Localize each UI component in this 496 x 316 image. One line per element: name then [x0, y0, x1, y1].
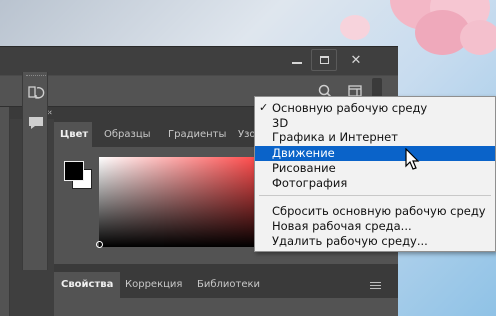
maximize-icon: [319, 56, 329, 64]
menu-separator: [259, 195, 491, 196]
menu-item-motion[interactable]: Движение: [255, 146, 495, 161]
left-gutter: [0, 107, 10, 316]
properties-body: [54, 298, 398, 316]
menu-item-photography[interactable]: Фотография: [255, 176, 495, 191]
panel-menu-icon[interactable]: [370, 282, 381, 289]
menu-item-label: Фотография: [272, 176, 348, 190]
close-icon: ✕: [350, 52, 362, 68]
minimize-button[interactable]: [284, 49, 310, 71]
workspace-menu: ✓ Основную рабочую среду 3D Графика и Ин…: [254, 96, 496, 252]
menu-item-label: Движение: [272, 146, 335, 160]
menu-item-label: Удалить рабочую среду...: [272, 234, 428, 248]
tab-color[interactable]: Цвет: [54, 122, 92, 148]
menu-item-3d[interactable]: 3D: [255, 116, 495, 131]
minimize-icon: [292, 61, 302, 64]
menu-item-graphics-web[interactable]: Графика и Интернет: [255, 130, 495, 145]
menu-item-label: Новая рабочая среда...: [272, 219, 412, 233]
menu-item-label: 3D: [272, 115, 289, 130]
history-icon[interactable]: [27, 84, 45, 102]
menu-item-new-workspace[interactable]: Новая рабочая среда...: [255, 219, 495, 234]
menu-item-label: Сбросить основную рабочую среду: [272, 204, 486, 218]
title-bar: ✕: [0, 47, 398, 75]
tab-gradients[interactable]: Градиенты: [162, 122, 228, 148]
menu-item-label: Основную рабочую среду: [272, 101, 428, 115]
strip-grip[interactable]: [26, 75, 46, 77]
menu-item-essentials[interactable]: ✓ Основную рабочую среду: [255, 101, 495, 116]
comment-icon[interactable]: [27, 114, 45, 132]
menu-item-label: Рисование: [272, 161, 336, 175]
tab-adjustments[interactable]: Коррекция: [118, 272, 189, 298]
foreground-color-swatch[interactable]: [64, 161, 84, 181]
tab-properties[interactable]: Свойства: [54, 272, 121, 298]
menu-item-reset-workspace[interactable]: Сбросить основную рабочую среду: [255, 204, 495, 219]
panel-icon-strip: [22, 72, 48, 270]
tab-libraries[interactable]: Библиотеки: [190, 272, 267, 298]
menu-item-painting[interactable]: Рисование: [255, 161, 495, 176]
mouse-pointer-icon: [405, 148, 420, 170]
menu-item-delete-workspace[interactable]: Удалить рабочую среду...: [255, 234, 495, 249]
tab-patterns[interactable]: Узо: [232, 122, 256, 148]
tab-swatches[interactable]: Образцы: [98, 122, 156, 148]
color-picker-handle[interactable]: [96, 241, 103, 248]
close-button[interactable]: ✕: [343, 49, 369, 71]
checkmark-icon: ✓: [259, 101, 269, 114]
properties-panel: Свойства Коррекция Библиотеки: [54, 270, 398, 316]
maximize-button[interactable]: [311, 49, 337, 71]
menu-item-label: Графика и Интернет: [272, 130, 398, 144]
